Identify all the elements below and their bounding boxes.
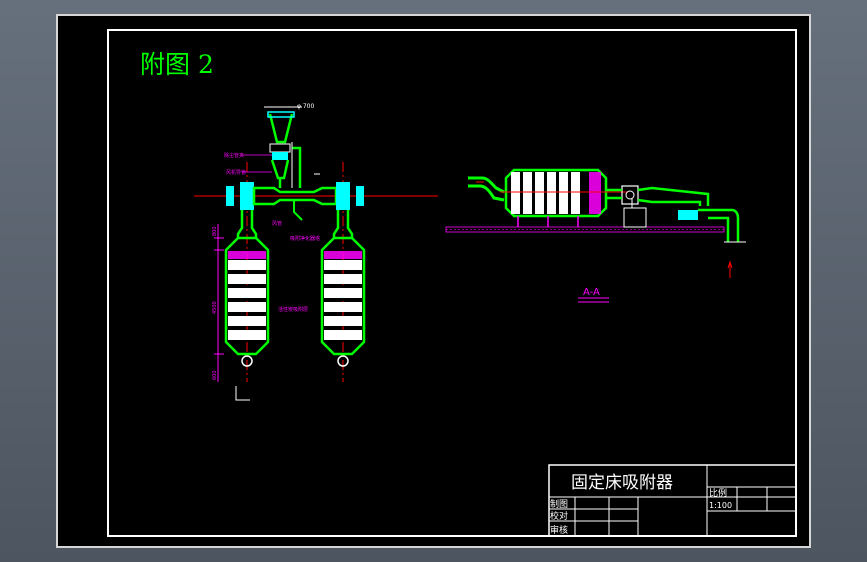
row-label-approved: 审核 (550, 524, 568, 536)
figure-label: 附图 2 (140, 50, 214, 79)
annotation-2: 风机导管 (226, 169, 246, 176)
inner-frame (107, 29, 797, 537)
title-block: 固定床吸附器 比例 1:100 制图 校对 审核 (548, 464, 797, 537)
annotation-3: 风管 (272, 220, 282, 227)
cad-viewport[interactable]: 附图 2 φ 700 除尘管夹 风机导管 风管 吸附净化器塔 活性炭吸附层 80… (0, 0, 867, 562)
drawing-sheet: 附图 2 φ 700 除尘管夹 风机导管 风管 吸附净化器塔 活性炭吸附层 80… (56, 14, 811, 548)
row-label-drawn: 制图 (550, 498, 568, 510)
dim-label-3: 600 (212, 370, 218, 380)
drawing-canvas: 附图 2 φ 700 除尘管夹 风机导管 风管 吸附净化器塔 活性炭吸附层 80… (107, 29, 797, 537)
stack-dimension: φ 700 (297, 103, 315, 110)
annotation-5: 活性炭吸附层 (278, 306, 308, 313)
row-label-checked: 校对 (550, 510, 568, 522)
annotation-1: 除尘管夹 (224, 152, 244, 159)
top-stack: φ 700 (264, 103, 320, 188)
duct-header (226, 182, 364, 221)
section-label: A-A (583, 287, 600, 298)
section-view-a-a: A-A (445, 168, 746, 303)
drawing-title: 固定床吸附器 (571, 473, 673, 493)
fan-housing (621, 185, 639, 205)
dim-label-2: 4500 (212, 301, 218, 314)
left-elevation-view: φ 700 除尘管夹 风机导管 风管 吸附净化器塔 活性炭吸附层 800 450… (194, 103, 438, 401)
annotation-4: 吸附净化器塔 (290, 235, 320, 242)
outlet-flange (678, 210, 698, 220)
scale-value: 1:100 (709, 501, 732, 510)
scale-label: 比例 (709, 487, 727, 499)
dim-label-1: 800 (212, 226, 218, 236)
